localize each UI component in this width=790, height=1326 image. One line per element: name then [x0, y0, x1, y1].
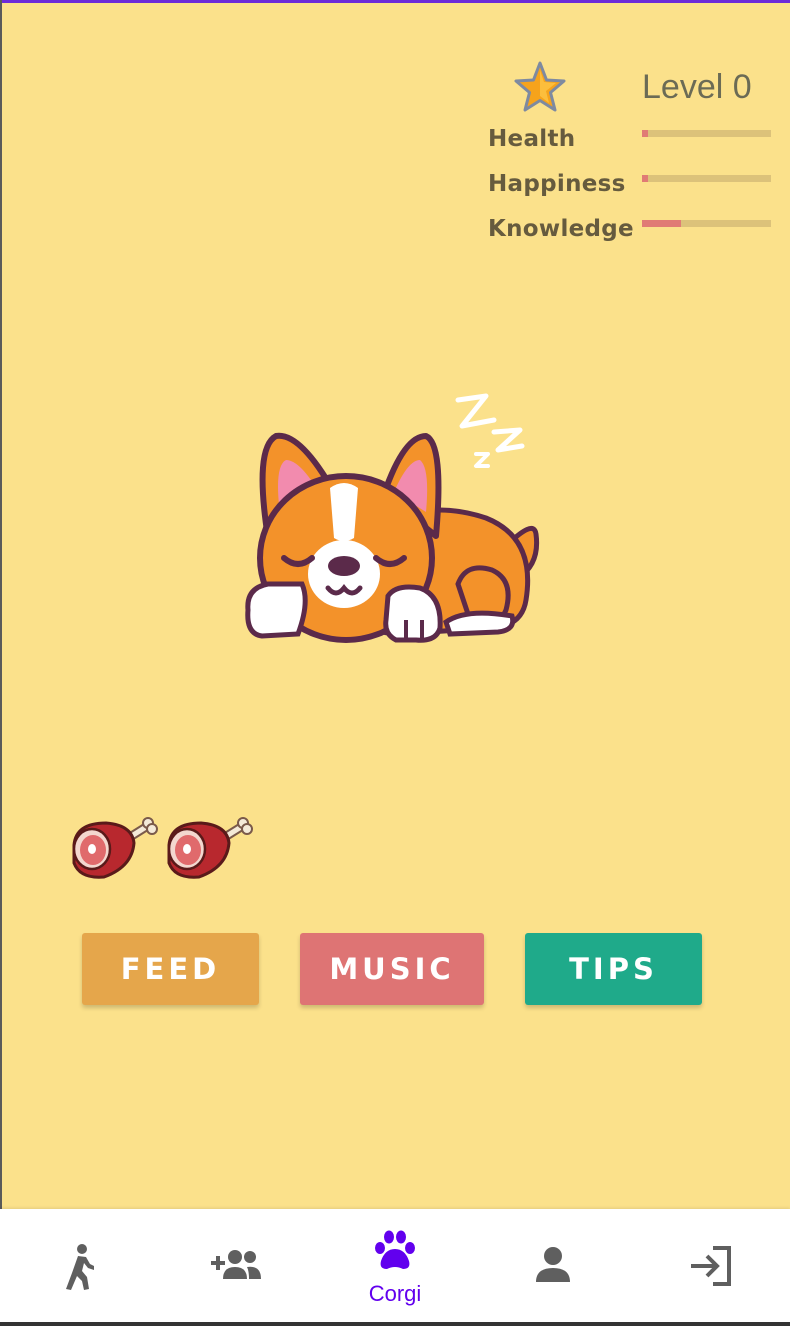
meat-icon [161, 815, 253, 883]
nav-item-corgi[interactable]: Corgi [316, 1209, 474, 1322]
paw-icon [375, 1230, 415, 1269]
left-edge-line [0, 0, 2, 1326]
health-bar [642, 130, 771, 137]
zzz-icon [455, 393, 525, 468]
add-friend-icon [211, 1250, 261, 1279]
happiness-label: Happiness [488, 171, 626, 197]
nav-label-corgi: Corgi [368, 1281, 422, 1306]
top-accent-line [0, 0, 790, 3]
tips-button[interactable]: TIPS [525, 933, 702, 1005]
knowledge-bar [642, 220, 771, 227]
person-icon [536, 1247, 570, 1282]
bottom-edge-line [0, 1322, 790, 1326]
sleeping-corgi-illustration [245, 393, 540, 643]
star-icon [514, 61, 566, 112]
nav-item-add-friend[interactable] [158, 1209, 316, 1322]
login-icon [691, 1246, 731, 1286]
happiness-bar [642, 175, 771, 182]
music-button[interactable]: MUSIC [300, 933, 484, 1005]
health-label: Health [488, 126, 576, 152]
nav-item-walk[interactable] [0, 1209, 158, 1322]
happiness-bar-fill [642, 175, 649, 182]
knowledge-bar-fill [642, 220, 681, 227]
level-text: Level 0 [642, 68, 752, 106]
knowledge-label: Knowledge [488, 216, 634, 242]
nav-item-profile[interactable] [474, 1209, 632, 1322]
health-bar-fill [642, 130, 649, 137]
feed-button[interactable]: FEED [82, 933, 259, 1005]
walk-icon [66, 1244, 94, 1290]
nav-item-login[interactable] [632, 1209, 790, 1322]
meat-icon [66, 815, 158, 883]
bottom-navigation: Corgi [0, 1209, 790, 1322]
